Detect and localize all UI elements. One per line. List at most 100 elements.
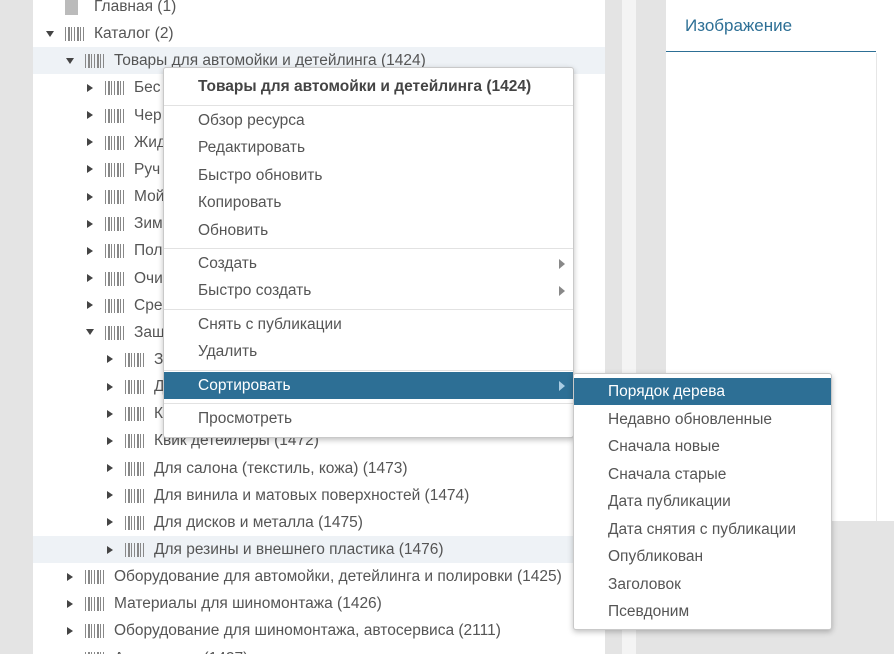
tree-node-label: Для резины и внешнего пластика (1476) [154, 541, 444, 558]
barcode-icon [125, 352, 144, 367]
context-menu-item[interactable]: Редактировать [164, 134, 573, 161]
menu-separator [164, 369, 573, 371]
expand-arrow-icon[interactable] [104, 346, 116, 373]
sort-option[interactable]: Опубликован [574, 543, 831, 570]
tree-node[interactable]: Материалы для шиномонтажа (1426) [33, 590, 605, 617]
sort-option[interactable]: Недавно обновленные [574, 406, 831, 433]
tree-node-label: Аксессуары (1427) [114, 645, 248, 654]
barcode-icon [125, 515, 144, 530]
expand-arrow-icon[interactable] [104, 373, 116, 400]
tree-node[interactable]: Для дисков и металла (1475) [33, 509, 605, 536]
collapse-arrow-icon[interactable] [44, 20, 56, 47]
tree-node-label: Зим [134, 215, 163, 233]
tree-node-label: Очи [134, 269, 163, 287]
expand-arrow-icon[interactable] [104, 455, 116, 482]
menu-item-label: Обновить [198, 221, 269, 239]
barcode-icon [125, 380, 144, 395]
expand-arrow-icon[interactable] [84, 183, 96, 210]
context-menu-item[interactable]: Удалить [164, 338, 573, 365]
expand-arrow-icon[interactable] [84, 265, 96, 292]
sort-option[interactable]: Заголовок [574, 571, 831, 598]
menu-item-label: Быстро обновить [198, 166, 323, 184]
sort-option[interactable]: Дата публикации [574, 488, 831, 515]
tree-node-label: Чер [134, 106, 162, 124]
tree-node[interactable]: Каталог (2) [33, 20, 605, 47]
expand-arrow-icon[interactable] [84, 156, 96, 183]
tree-node-label: Для винила и матовых поверхностей (1474) [154, 486, 470, 504]
context-menu-item[interactable]: Сортировать [164, 371, 573, 399]
expand-arrow-icon[interactable] [104, 509, 116, 536]
barcode-icon [85, 54, 104, 69]
tree-node-label: Руч [134, 160, 161, 178]
menu-separator [164, 105, 573, 106]
tree-node-label: Материалы для шиномонтажа (1426) [114, 595, 382, 613]
menu-item-label: Снять с публикации [198, 315, 342, 333]
menu-item-label: Создать [198, 255, 257, 272]
context-menu-item[interactable]: Быстро создать [164, 277, 573, 304]
expand-arrow-icon[interactable] [84, 129, 96, 156]
barcode-icon [105, 325, 124, 340]
barcode-icon [105, 244, 124, 259]
tree-node[interactable]: Главная (1) [33, 0, 605, 20]
tree-node[interactable]: Для резины и внешнего пластика (1476) [33, 536, 605, 563]
expand-arrow-icon[interactable] [84, 210, 96, 237]
tree-node-label: Мой [134, 188, 165, 206]
tree-node-label: К [154, 405, 164, 423]
submenu-arrow-icon [559, 380, 565, 391]
barcode-icon [105, 81, 124, 96]
barcode-icon [85, 624, 104, 639]
barcode-icon [105, 298, 124, 313]
context-menu-item[interactable]: Копировать [164, 189, 573, 216]
context-menu-item[interactable]: Обзор ресурса [164, 107, 573, 134]
menu-separator [164, 403, 573, 404]
page-icon [65, 0, 78, 15]
collapse-arrow-icon[interactable] [84, 319, 96, 346]
expand-arrow-icon[interactable] [104, 400, 116, 427]
sort-option[interactable]: Сначала старые [574, 461, 831, 488]
expand-arrow-icon[interactable] [84, 292, 96, 319]
tree-node[interactable]: Для винила и матовых поверхностей (1474) [33, 482, 605, 509]
menu-item-label: Обзор ресурса [198, 112, 305, 129]
context-menu-item[interactable]: Обновить [164, 217, 573, 244]
menu-item-label: Копировать [198, 194, 282, 212]
barcode-icon [85, 570, 104, 585]
expand-arrow-icon[interactable] [64, 590, 76, 617]
sort-option[interactable]: Сначала новые [574, 433, 831, 460]
sort-submenu: Порядок дерева Недавно обновленные Сначала… [573, 373, 832, 630]
tree-node[interactable]: Оборудование для шиномонтажа, автосервис… [33, 617, 605, 644]
expand-arrow-icon[interactable] [84, 74, 96, 101]
barcode-icon [125, 407, 144, 422]
expand-arrow-icon[interactable] [104, 536, 116, 563]
expand-arrow-icon[interactable] [84, 102, 96, 129]
tree-node[interactable]: Для салона (текстиль, кожа) (1473) [33, 455, 605, 482]
tree-node[interactable]: Аксессуары (1427) [33, 645, 605, 654]
sort-option[interactable]: Псевдоним [574, 598, 831, 625]
submenu-arrow-icon [559, 259, 565, 269]
sort-option[interactable]: Дата снятия с публикации [574, 516, 831, 543]
context-menu-item[interactable]: Снять с публикации [164, 311, 573, 338]
expand-arrow-icon[interactable] [104, 482, 116, 509]
sort-option[interactable]: Порядок дерева [574, 378, 831, 405]
menu-separator [164, 308, 573, 310]
context-menu-item[interactable]: Просмотреть [164, 405, 573, 432]
tree-node-label: Оборудование для шиномонтажа, автосервис… [114, 622, 501, 640]
expand-arrow-icon[interactable] [104, 427, 116, 454]
context-menu-item[interactable]: Создать [164, 250, 573, 277]
menu-item-label: Удалить [198, 343, 258, 361]
barcode-icon [125, 543, 144, 557]
tab-image[interactable]: Изображение [666, 0, 876, 52]
tree-node-label: Для салона (текстиль, кожа) (1473) [154, 459, 408, 477]
context-menu-item[interactable]: Быстро обновить [164, 162, 573, 189]
tree-node[interactable]: Оборудование для автомойки, детейлинга и… [33, 563, 605, 590]
tree-node-label: Бес [134, 79, 161, 97]
expand-arrow-icon[interactable] [64, 617, 76, 644]
expand-arrow-icon[interactable] [84, 237, 96, 264]
tree-node-label: Оборудование для автомойки, детейлинга и… [114, 568, 562, 586]
expand-arrow-icon[interactable] [64, 563, 76, 590]
menu-item-label: Быстро создать [198, 282, 312, 300]
expand-arrow-icon[interactable] [64, 645, 76, 654]
collapse-arrow-icon[interactable] [64, 47, 76, 74]
barcode-icon [105, 217, 124, 232]
tree-node-label: Защ [134, 323, 165, 341]
barcode-icon [65, 27, 84, 42]
